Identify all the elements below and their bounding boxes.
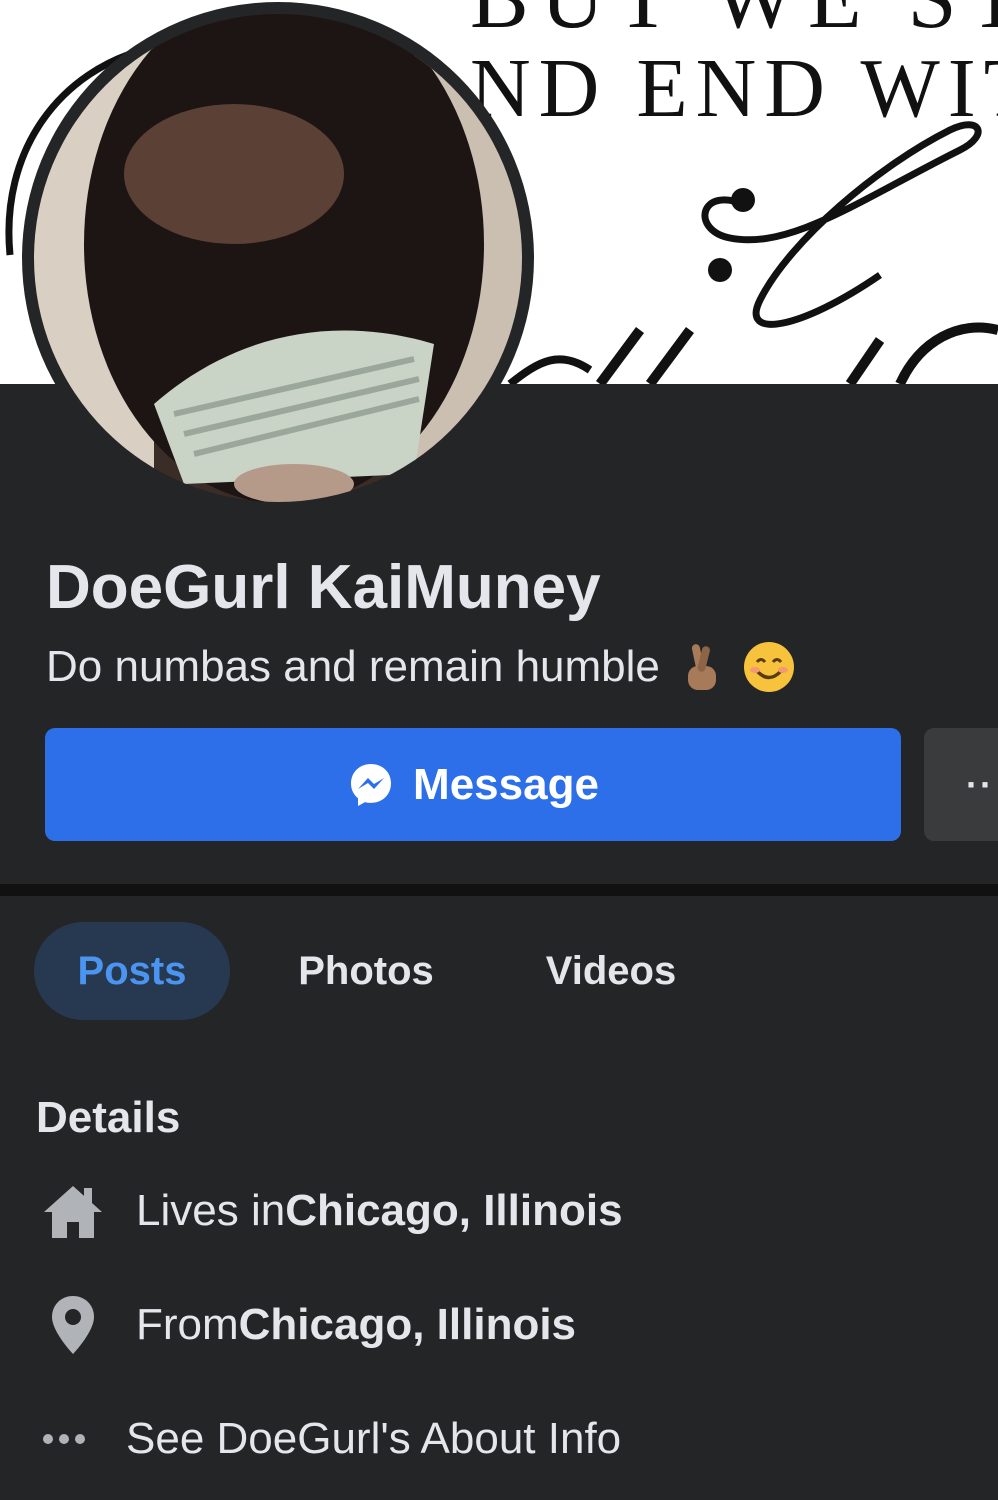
profile-page: BUT WE STAR ND END WIT [0,0,998,1500]
lives-in-value[interactable]: Chicago, Illinois [285,1186,622,1236]
crossed-fingers-emoji [687,644,716,690]
profile-name: DoeGurl KaiMuney [46,553,601,622]
tab-photos[interactable]: Photos [230,922,502,1020]
lives-in-prefix: Lives in [136,1186,286,1235]
detail-lives-in: Lives in Chicago, Illinois [40,1176,623,1246]
profile-avatar[interactable] [22,2,534,514]
details-heading: Details [36,1093,181,1142]
more-dots-icon [43,1434,85,1444]
bio-text: Do numbas and remain humble [46,642,660,691]
detail-from: From Chicago, Illinois [40,1290,576,1360]
avatar-photo [34,14,522,502]
section-divider [0,884,998,896]
more-options-button[interactable]: ·· [924,728,998,841]
smiling-face-emoji [743,642,794,692]
from-prefix: From [136,1300,239,1349]
more-label: ·· [966,763,994,805]
message-label: Message [413,759,599,809]
about-link-label[interactable]: See DoeGurl's About Info [126,1414,621,1464]
detail-about-link[interactable]: See DoeGurl's About Info [40,1404,621,1474]
location-pin-icon [52,1296,94,1354]
home-icon [44,1186,102,1238]
from-value[interactable]: Chicago, Illinois [239,1300,576,1350]
profile-tabs: Posts Photos Videos [34,922,720,1020]
tab-videos[interactable]: Videos [502,922,720,1020]
tab-posts[interactable]: Posts [34,922,230,1020]
profile-bio: Do numbas and remain humble [46,640,796,694]
messenger-icon [351,763,392,806]
message-button[interactable]: Message [45,728,901,841]
